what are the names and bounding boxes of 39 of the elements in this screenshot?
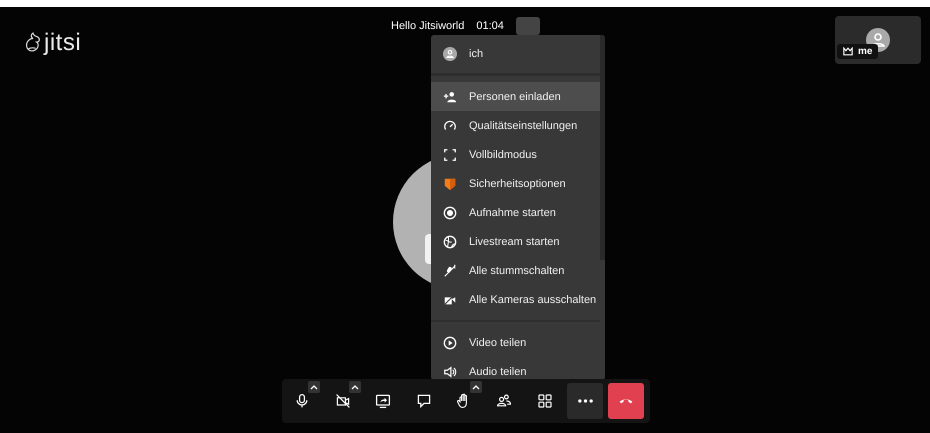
shield-icon <box>443 176 457 190</box>
microphone-icon <box>294 393 310 409</box>
camera-off-icon <box>334 393 351 409</box>
menu-item[interactable]: Livestream starten <box>431 227 600 256</box>
participants-icon <box>496 393 512 409</box>
menu-item[interactable]: Personen einladen <box>431 82 600 111</box>
meeting-title: Hello Jitsiworld <box>391 20 464 32</box>
more-icon <box>578 399 593 403</box>
caret-icon <box>472 384 480 390</box>
participant-name: me <box>858 46 872 57</box>
menu-item[interactable]: Alle stummschalten <box>431 256 600 285</box>
menu-item[interactable]: Aufnahme starten <box>431 198 600 227</box>
screen-share-icon <box>375 393 392 409</box>
caret-button[interactable] <box>470 381 482 393</box>
menu-item[interactable]: Video teilen <box>431 328 600 357</box>
grid-icon <box>536 393 553 409</box>
globe-icon <box>443 234 457 248</box>
menu-item[interactable]: Qualitätseinstellungen <box>431 111 600 140</box>
caret-button[interactable] <box>308 381 320 393</box>
caret-icon <box>350 384 359 390</box>
menu-item[interactable]: Audio teilen <box>431 357 600 380</box>
chat-icon <box>416 393 432 409</box>
speaker-icon <box>443 364 457 378</box>
menu-item[interactable]: Vollbildmodus <box>431 140 600 169</box>
gauge-icon <box>443 118 457 132</box>
participant-thumbnail[interactable]: me <box>835 16 921 64</box>
profile-name: ich <box>469 48 484 60</box>
person-add-icon <box>443 90 457 104</box>
meeting-timer: 01:04 <box>476 20 504 32</box>
crown-icon <box>843 47 853 56</box>
record-icon <box>443 206 457 220</box>
caret-icon <box>310 384 318 390</box>
menu-item[interactable]: Alle Kameras ausschalten <box>431 285 600 314</box>
caret-button[interactable] <box>348 381 361 393</box>
logo-text: jitsi <box>44 29 82 57</box>
fullscreen-icon <box>443 148 457 162</box>
play-icon <box>443 336 457 350</box>
avatar-icon <box>443 47 457 61</box>
menu-item[interactable]: Sicherheitsoptionen <box>431 169 600 198</box>
